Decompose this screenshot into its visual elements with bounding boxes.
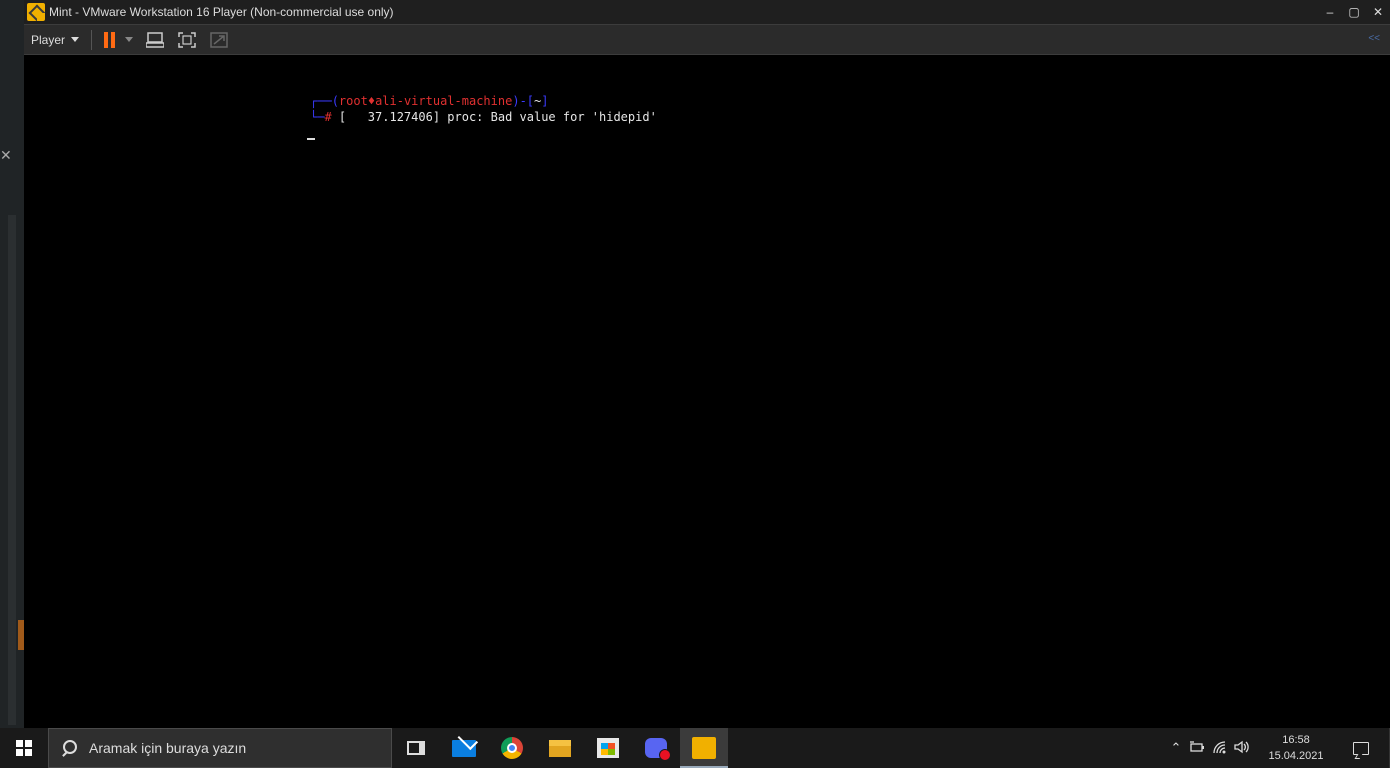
chrome-icon bbox=[501, 737, 523, 759]
mail-icon bbox=[452, 739, 476, 757]
notification-center-button[interactable] bbox=[1341, 728, 1381, 768]
close-icon[interactable]: ✕ bbox=[0, 147, 14, 163]
notification-icon bbox=[1353, 741, 1369, 755]
vmware-icon bbox=[27, 3, 45, 21]
clock-date: 15.04.2021 bbox=[1268, 750, 1324, 762]
search-placeholder: Aramak için buraya yazın bbox=[89, 740, 247, 756]
vmware-player-window: Mint - VMware Workstation 16 Player (Non… bbox=[24, 0, 1390, 728]
close-button[interactable]: ✕ bbox=[1366, 0, 1390, 24]
taskbar-item-vmware[interactable] bbox=[680, 728, 728, 768]
toolbar-divider bbox=[91, 29, 93, 50]
system-tray: ⌃ 16:58 15.04.2021 bbox=[1165, 728, 1390, 768]
taskbar-clock[interactable]: 16:58 15.04.2021 bbox=[1261, 732, 1331, 764]
power-options-dropdown-icon[interactable] bbox=[125, 37, 134, 42]
window-controls: – ▢ ✕ bbox=[1318, 0, 1390, 24]
start-button[interactable] bbox=[0, 728, 48, 768]
terminal-cursor bbox=[307, 138, 315, 140]
windows-taskbar: Aramak için buraya yazın ⌃ 16:58 15.04.2… bbox=[0, 728, 1390, 768]
chevron-down-icon bbox=[71, 37, 80, 42]
send-ctrl-alt-del-icon[interactable] bbox=[145, 31, 165, 49]
vmware-icon bbox=[692, 737, 716, 759]
windows-logo-icon bbox=[16, 740, 32, 756]
taskbar-item-mail[interactable] bbox=[440, 728, 488, 768]
taskbar-item-task-view[interactable] bbox=[392, 728, 440, 768]
chevron-up-icon[interactable]: ⌃ bbox=[1165, 740, 1187, 756]
task-view-icon bbox=[407, 741, 425, 755]
player-menu-button[interactable]: Player bbox=[31, 32, 80, 47]
minimize-button[interactable]: – bbox=[1318, 0, 1342, 24]
folder-icon bbox=[549, 739, 571, 757]
taskbar-item-chrome[interactable] bbox=[488, 728, 536, 768]
pause-icon[interactable] bbox=[103, 31, 117, 48]
volume-icon[interactable] bbox=[1231, 740, 1253, 757]
collapse-toolbar-icon[interactable]: << bbox=[1368, 33, 1380, 44]
clock-time: 16:58 bbox=[1282, 734, 1310, 746]
search-icon bbox=[61, 740, 77, 756]
wifi-icon[interactable] bbox=[1209, 740, 1231, 757]
desktop-background-strip: ✕ bbox=[0, 0, 24, 728]
terminal-output-line: └─# [ 37.127406] proc: Bad value for 'hi… bbox=[310, 110, 657, 124]
player-menu-label: Player bbox=[31, 32, 66, 47]
taskbar-item-file-explorer[interactable] bbox=[536, 728, 584, 768]
taskbar-item-discord[interactable] bbox=[632, 728, 680, 768]
full-screen-icon[interactable] bbox=[177, 31, 197, 49]
battery-plug-icon[interactable] bbox=[1187, 740, 1209, 756]
maximize-button[interactable]: ▢ bbox=[1342, 0, 1366, 24]
discord-icon bbox=[645, 738, 671, 761]
player-toolbar: Player << bbox=[24, 24, 1390, 55]
window-title: Mint - VMware Workstation 16 Player (Non… bbox=[49, 5, 394, 19]
taskbar-search-box[interactable]: Aramak için buraya yazın bbox=[48, 728, 392, 768]
taskbar-item-store[interactable] bbox=[584, 728, 632, 768]
title-bar[interactable]: Mint - VMware Workstation 16 Player (Non… bbox=[24, 0, 1390, 24]
terminal-prompt-line: ┌──(root♦ali-virtual-machine)-[~] bbox=[310, 94, 549, 108]
unity-mode-icon[interactable] bbox=[209, 31, 229, 49]
scrollbar[interactable] bbox=[8, 215, 16, 725]
vm-console-screen[interactable]: ┌──(root♦ali-virtual-machine)-[~] └─# [ … bbox=[24, 55, 1390, 728]
store-icon bbox=[597, 738, 619, 758]
